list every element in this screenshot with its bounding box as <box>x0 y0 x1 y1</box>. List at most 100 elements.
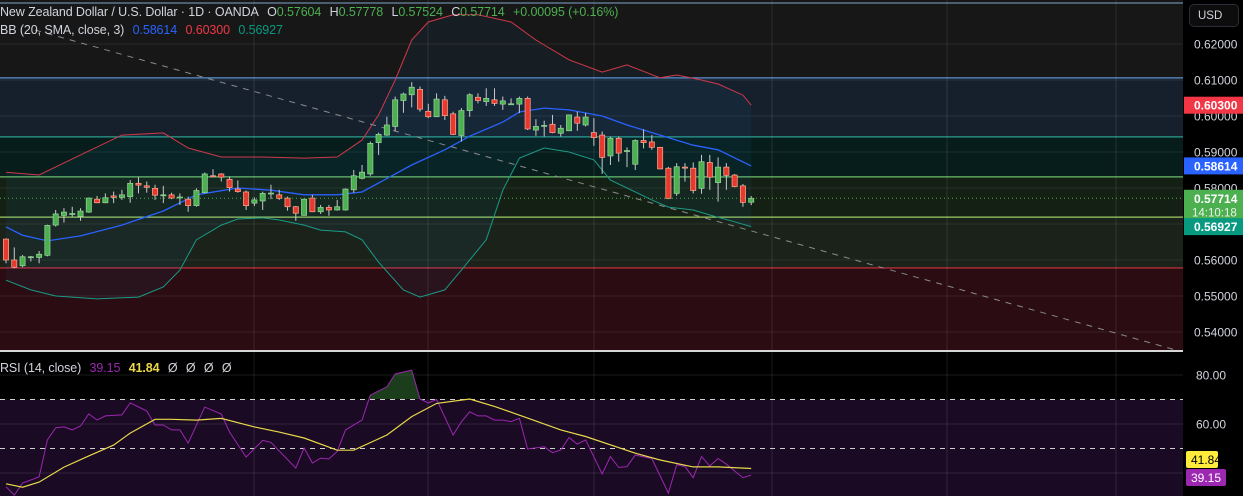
candle <box>367 141 374 176</box>
candle-body-down <box>210 175 216 178</box>
candle-body-up <box>259 193 266 202</box>
candle-body-up <box>408 86 415 96</box>
bb-legend-label: BB (20, SMA, close, 3) <box>0 23 125 37</box>
candle-body-up <box>673 166 680 194</box>
candle-body-up <box>61 211 67 216</box>
candle-body-up <box>77 210 84 217</box>
candle <box>392 96 399 132</box>
candle <box>301 198 308 216</box>
bb-upper-price-text: 0.60300 <box>1194 99 1238 113</box>
candle-body-up <box>102 197 109 204</box>
candle-body-up <box>301 198 308 216</box>
candle-body-down <box>110 195 117 198</box>
close-label: C <box>451 5 461 19</box>
candle-body-up <box>607 137 614 157</box>
high-value: 0.57778 <box>338 5 384 19</box>
bb-lower-price-text: 0.56927 <box>1194 220 1238 234</box>
rsi-tick-label: 60.00 <box>1196 418 1226 432</box>
candle <box>201 172 208 194</box>
price-tick-label: 0.54000 <box>1194 326 1238 340</box>
pane-separator[interactable] <box>0 350 1243 352</box>
candle-body-up <box>201 173 208 194</box>
rsi-legend[interactable]: RSI (14, close) 39.15 41.84 Ø Ø Ø Ø <box>0 361 232 375</box>
candle-body-up <box>367 143 374 175</box>
currency-button[interactable]: USD <box>1189 4 1239 27</box>
open-label: O <box>267 5 277 19</box>
candle <box>731 173 738 188</box>
candle-body-up <box>557 127 564 134</box>
candle-body-up <box>532 126 539 131</box>
candle-body-up <box>36 253 43 258</box>
candle-body-down <box>234 188 241 192</box>
rsi-extra-4: Ø <box>221 361 232 375</box>
rsi-extra-3: Ø <box>203 361 214 375</box>
candle-body-down <box>243 191 250 206</box>
bb-basis-price-text: 0.58614 <box>1194 159 1238 173</box>
candle <box>665 166 672 200</box>
candle-body-down <box>309 197 316 213</box>
candle-body-up <box>715 166 722 183</box>
low-value: 0.57524 <box>398 5 443 19</box>
rsi-value-text: 39.15 <box>1191 471 1221 485</box>
candle-body-up <box>466 94 473 111</box>
candle-body-up <box>698 161 705 189</box>
bb-legend[interactable]: BB (20, SMA, close, 3) 0.58614 0.60300 0… <box>0 23 283 37</box>
candle-body-up <box>251 199 258 204</box>
symbol-title: New Zealand Dollar / U.S. Dollar · 1D · … <box>0 5 259 19</box>
candle-body-down <box>284 197 291 208</box>
price-tick-label: 0.62000 <box>1194 38 1238 52</box>
candle-body-up <box>433 98 440 118</box>
last-price-text: 0.57714 <box>1194 192 1238 206</box>
candle <box>566 114 572 132</box>
candle-body-up <box>127 182 134 197</box>
candle-body-down <box>599 134 606 158</box>
candle-body-up <box>383 124 390 136</box>
candle-body-up <box>334 206 341 211</box>
candle <box>417 86 423 112</box>
rsi-tick-label: 80.00 <box>1196 369 1226 383</box>
bb-upper-value: 0.60300 <box>185 23 231 37</box>
candle-body-down <box>682 166 688 169</box>
candle-body-down <box>417 89 423 110</box>
candle-body-down <box>425 110 432 118</box>
candle-body-down <box>706 162 713 178</box>
candle-body-up <box>566 114 572 132</box>
candle <box>85 197 92 213</box>
symbol-legend[interactable]: New Zealand Dollar / U.S. Dollar · 1D · … <box>0 5 618 19</box>
candle-body-down <box>441 99 448 116</box>
candle-body-up <box>359 171 365 179</box>
candle-body-up <box>85 197 92 213</box>
candle-body-up <box>632 140 639 165</box>
candle-body-up <box>541 125 548 127</box>
candle-body-up <box>342 188 349 211</box>
price-tick-label: 0.61000 <box>1194 74 1238 88</box>
candle-body-down <box>723 166 730 176</box>
candle-body-up <box>317 207 324 213</box>
candle-body-down <box>276 194 283 199</box>
candle-body-up <box>69 213 76 215</box>
chart-canvas[interactable]: 0.620000.610000.600000.590000.580000.560… <box>0 0 1243 496</box>
price-tick-label: 0.56000 <box>1194 254 1238 268</box>
candle-body-up <box>375 134 382 143</box>
candle-body-down <box>226 179 233 188</box>
candle-body-down <box>135 182 142 186</box>
candle-body-down <box>549 123 556 133</box>
candle <box>3 238 9 264</box>
candle-body-up <box>499 100 506 105</box>
candle-body-up <box>118 194 125 198</box>
candle-body-up <box>176 196 183 199</box>
candle <box>524 96 531 131</box>
candle-body-up <box>268 192 274 195</box>
candle <box>19 254 26 268</box>
candle-body-down <box>152 188 158 196</box>
candle-body-down <box>731 174 738 187</box>
candle-body-up <box>582 116 589 126</box>
candle <box>673 163 680 196</box>
candle <box>657 146 664 170</box>
candle-body-up <box>516 98 523 105</box>
open-value: 0.57604 <box>276 5 322 19</box>
candle-body-down <box>574 116 581 124</box>
candle-body-down <box>292 206 299 214</box>
candle-body-up <box>44 225 51 256</box>
candle <box>193 188 200 207</box>
